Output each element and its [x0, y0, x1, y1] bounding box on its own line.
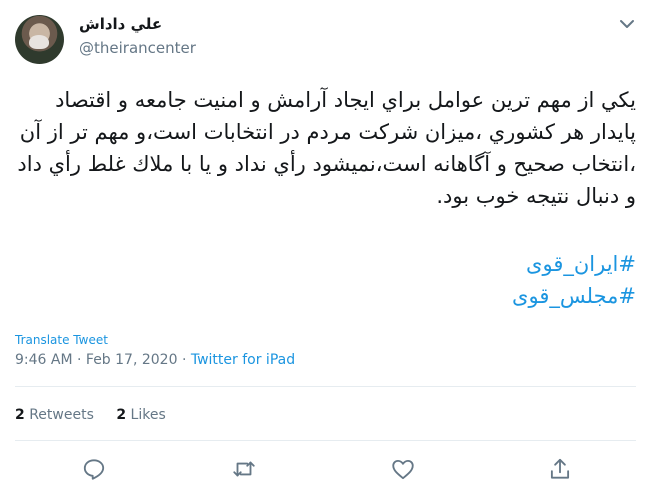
hashtag-link[interactable]: #ایران_قوی [526, 252, 636, 276]
likes-stat[interactable]: 2 Likes [116, 407, 165, 423]
retweet-icon[interactable] [231, 456, 257, 482]
translate-tweet-link[interactable]: Translate Tweet [15, 333, 108, 347]
tweet-text: يكي از مهم ترين عوامل براي ايجاد آرامش و… [17, 88, 636, 208]
meta-separator: · [181, 352, 187, 368]
hashtag-link[interactable]: #مجلس_قوی [512, 284, 636, 308]
tweet-source-link[interactable]: Twitter for iPad [191, 352, 295, 368]
display-name[interactable]: علي داداش [79, 15, 162, 33]
tweet-meta: 9:46 AM · Feb 17, 2020 · Twitter for iPa… [15, 352, 295, 368]
hashtag-list: #ایران_قوی #مجلس_قوی [15, 248, 636, 312]
divider [15, 386, 636, 387]
user-handle[interactable]: @theirancenter [79, 39, 196, 57]
divider [15, 440, 636, 441]
retweets-count: 2 [15, 407, 25, 423]
likes-count: 2 [116, 407, 127, 423]
tweet-stats: 2 Retweets 2 Likes [15, 407, 184, 423]
chevron-down-icon[interactable] [615, 12, 639, 36]
tweet-date[interactable]: Feb 17, 2020 [86, 352, 178, 368]
tweet-time[interactable]: 9:46 AM [15, 352, 73, 368]
reply-icon[interactable] [81, 456, 107, 482]
share-icon[interactable] [547, 456, 573, 482]
avatar[interactable] [15, 15, 64, 64]
retweets-stat[interactable]: 2 Retweets [15, 407, 94, 423]
heart-icon[interactable] [390, 456, 416, 482]
tweet-actions [0, 456, 652, 484]
retweets-label: Retweets [29, 407, 94, 423]
meta-separator: · [77, 352, 82, 368]
likes-label: Likes [130, 407, 166, 423]
